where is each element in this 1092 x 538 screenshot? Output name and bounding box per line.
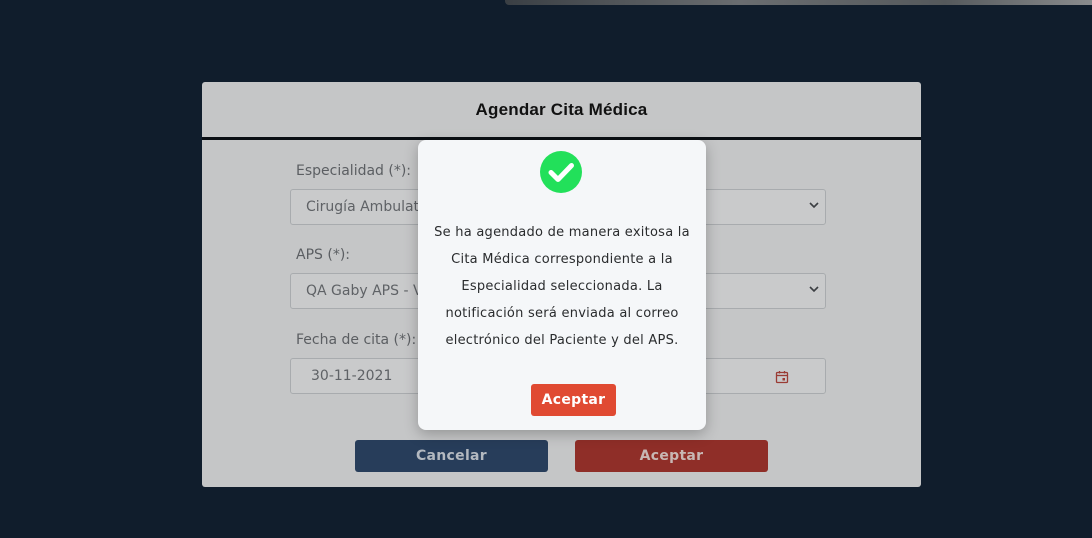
calendar-icon[interactable] xyxy=(775,370,789,384)
success-message: Se ha agendado de manera exitosa la Cita… xyxy=(434,225,690,348)
chevron-down-icon xyxy=(809,283,819,297)
page-title: Agendar Cita Médica xyxy=(475,99,648,119)
especialidad-label: Especialidad (*): xyxy=(296,163,412,179)
cancel-button[interactable]: Cancelar xyxy=(355,440,548,472)
fecha-label: Fecha de cita (*): xyxy=(296,332,417,348)
aps-value: QA Gaby APS - V xyxy=(306,283,423,299)
card-header: Agendar Cita Médica xyxy=(202,82,921,140)
chevron-down-icon xyxy=(809,199,819,213)
success-dialog: Se ha agendado de manera exitosa la Cita… xyxy=(418,140,706,430)
dialog-accept-button[interactable]: Aceptar xyxy=(531,384,616,416)
fecha-value: 30-11-2021 xyxy=(311,368,393,384)
check-circle-icon xyxy=(540,151,582,193)
aps-label: APS (*): xyxy=(296,247,350,263)
background-image-strip xyxy=(505,0,1092,5)
especialidad-value: Cirugía Ambulat xyxy=(306,199,420,215)
accept-button[interactable]: Aceptar xyxy=(575,440,768,472)
